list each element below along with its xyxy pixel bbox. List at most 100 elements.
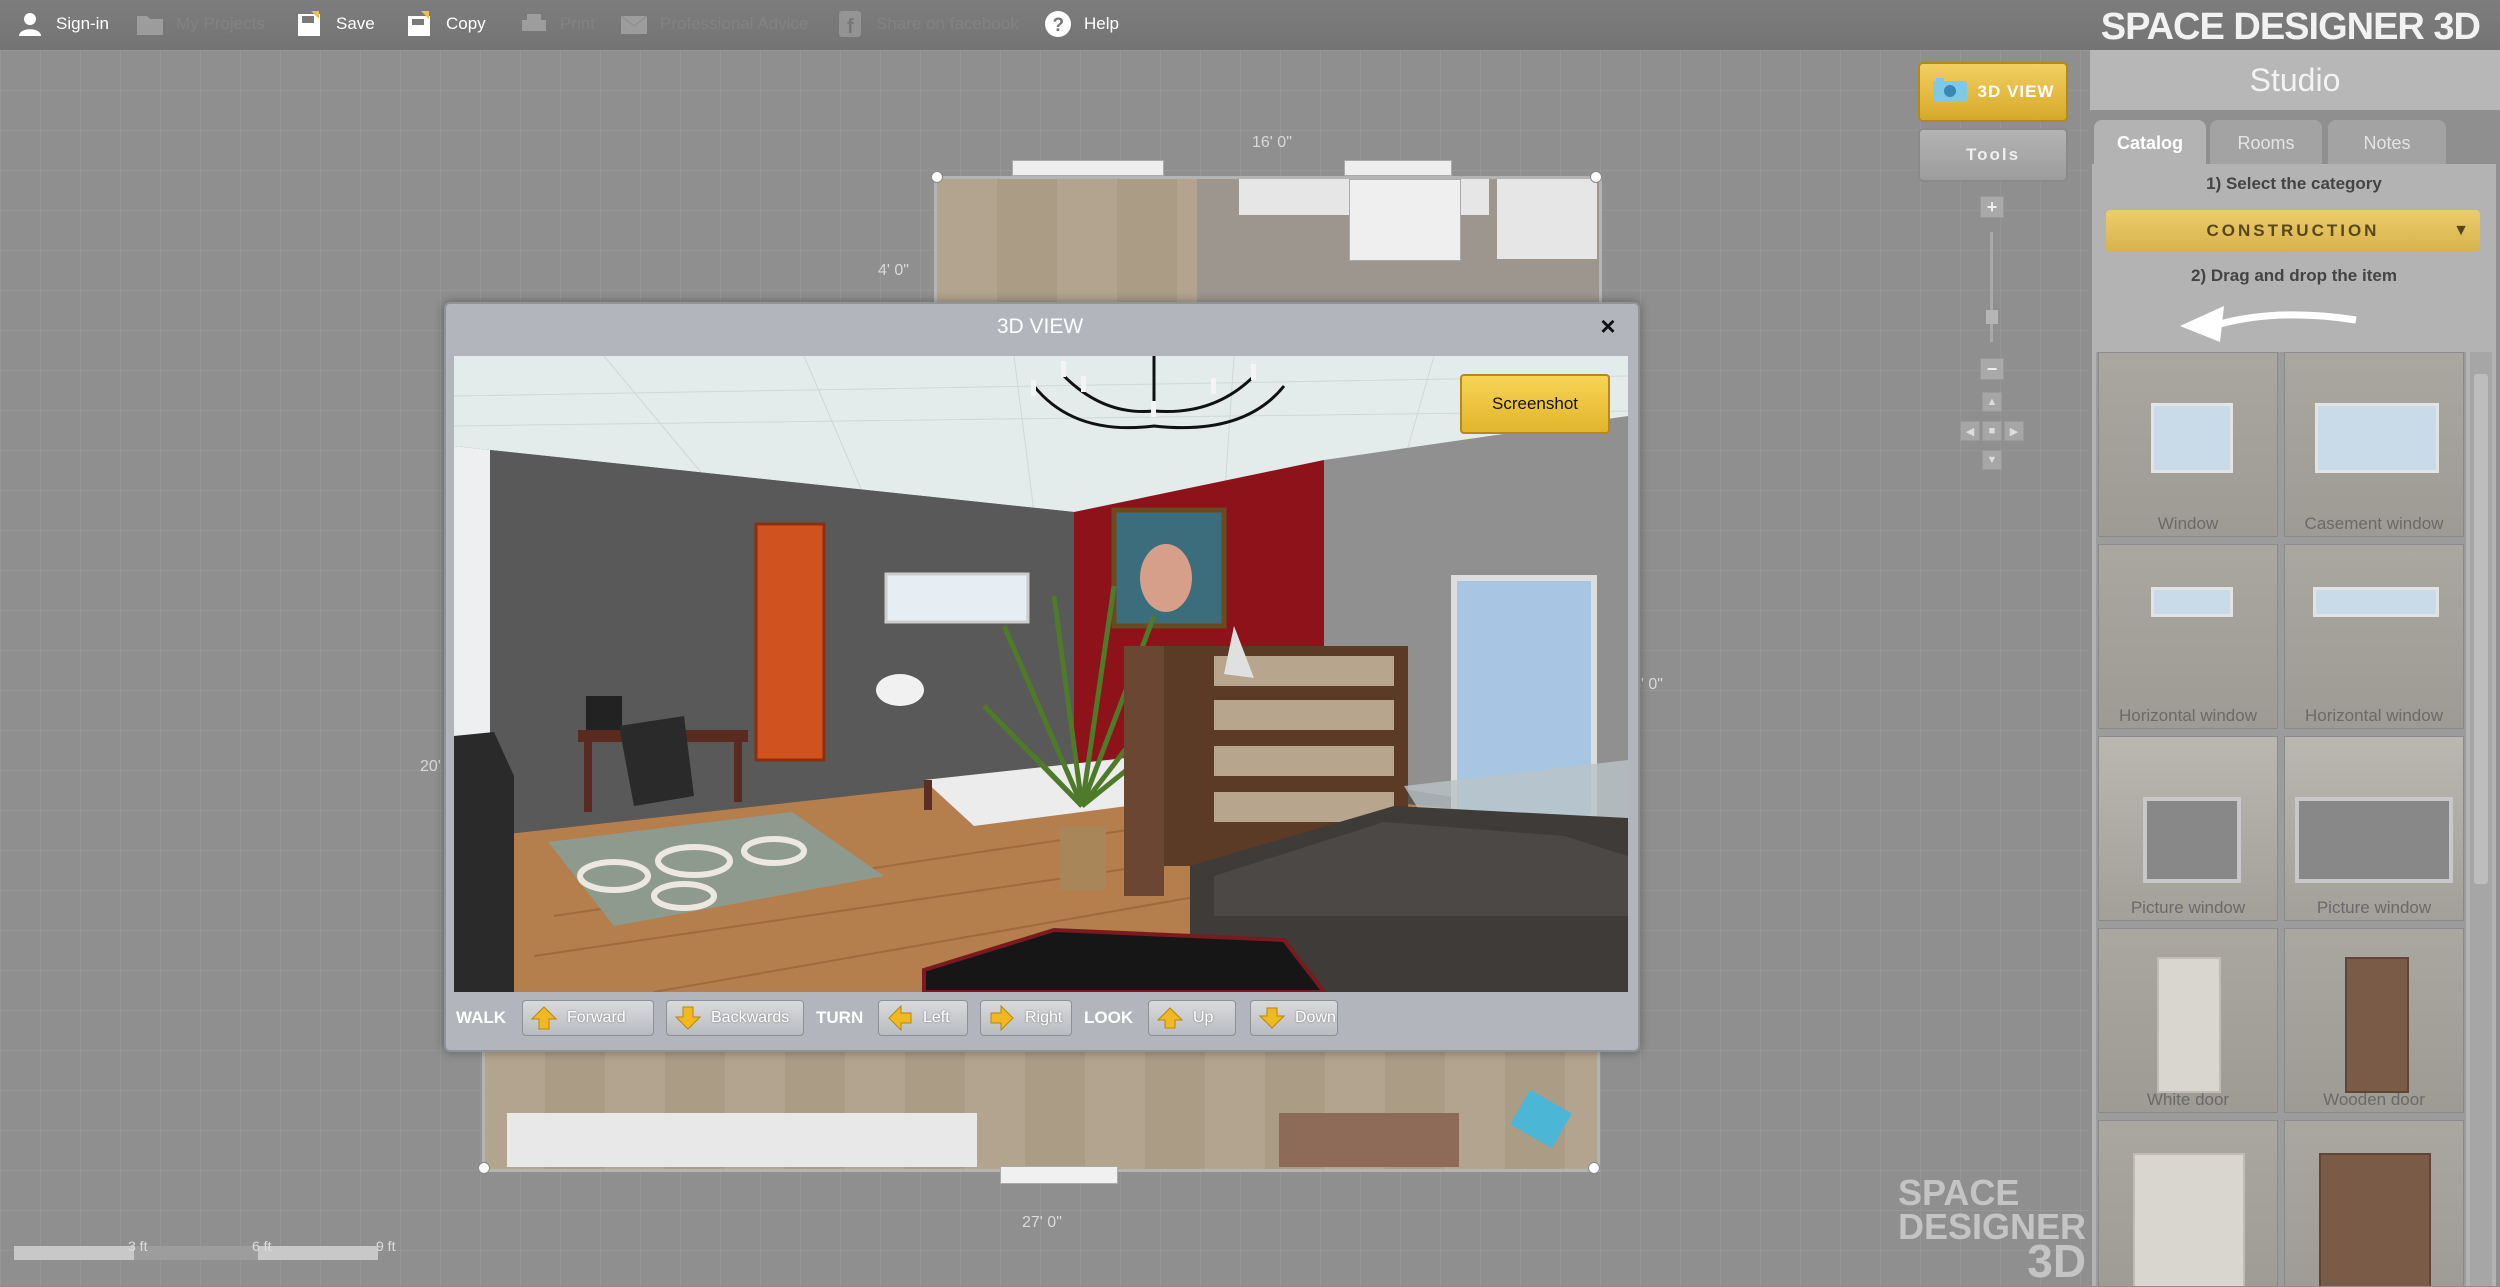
camera-icon (1932, 77, 1968, 107)
backwards-button[interactable]: Backwards (666, 1000, 804, 1036)
user-icon (16, 10, 44, 38)
catalog-item[interactable]: Picture window (2284, 736, 2464, 921)
casement-window-icon (2315, 403, 2439, 473)
mail-icon (620, 10, 648, 38)
square-icon: ■ (1988, 425, 1996, 437)
dimension-left: 20' (420, 758, 441, 775)
abstract-painting (754, 522, 826, 762)
horizontal-window-icon (2151, 587, 2233, 617)
catalog-item[interactable] (2098, 1120, 2278, 1286)
catalog-item[interactable] (2284, 1120, 2464, 1286)
dimension-top: 16' 0" (1252, 134, 1292, 151)
catalog-grid: Window Casement window Horizontal window… (2096, 352, 2466, 1286)
wall-corner-handle[interactable] (931, 171, 943, 183)
forward-button[interactable]: Forward (522, 1000, 654, 1036)
wall-corner-handle[interactable] (478, 1162, 490, 1174)
look-up-label: Up (1193, 1009, 1214, 1026)
help-button[interactable]: ? Help (1044, 0, 1119, 48)
svg-text:f: f (847, 16, 854, 37)
window-top-right[interactable] (1344, 160, 1452, 176)
tab-rooms[interactable]: Rooms (2210, 120, 2322, 166)
look-up-button[interactable]: Up (1148, 1000, 1236, 1036)
arrow-right-icon (989, 1005, 1015, 1031)
monitor (586, 696, 622, 730)
turn-right-button[interactable]: Right (980, 1000, 1072, 1036)
copy-label: Copy (446, 14, 486, 33)
chevron-down-icon[interactable]: ▼ (2442, 210, 2480, 252)
folder-icon (136, 10, 164, 38)
catalog-scrollbar-thumb[interactable] (2474, 374, 2488, 884)
wall-corner-handle[interactable] (1588, 1162, 1600, 1174)
zoom-slider-track[interactable] (1990, 232, 1993, 342)
pan-left-button[interactable]: ◀ (1960, 421, 1980, 441)
share-facebook-button[interactable]: f Share on facebook (836, 0, 1019, 48)
watermark-logo: SPACE DESIGNER 3D (1898, 1172, 2087, 1287)
pan-center-button[interactable]: ■ (1982, 421, 2002, 441)
room-top[interactable] (934, 176, 1602, 312)
dimension-left-small: 4' 0" (878, 262, 909, 279)
catalog-item[interactable]: Wooden door (2284, 928, 2464, 1113)
professional-advice-label: Professional Advice (660, 14, 809, 33)
3d-scene-render (454, 356, 1628, 992)
catalog-item[interactable]: Picture window (2098, 736, 2278, 921)
step-drag-drop: 2) Drag and drop the item (2191, 266, 2397, 285)
look-down-button[interactable]: Down (1250, 1000, 1338, 1036)
zoom-out-button[interactable]: − (1980, 358, 2004, 380)
3d-view-button[interactable]: 3D VIEW (1918, 62, 2068, 122)
window-icon (2151, 403, 2233, 473)
my-projects-button[interactable]: My Projects (136, 0, 265, 48)
tab-notes[interactable]: Notes (2328, 120, 2446, 166)
kitchen-sink[interactable] (1349, 179, 1461, 261)
professional-advice-button[interactable]: Professional Advice (620, 0, 808, 48)
catalog-item[interactable]: Casement window (2284, 352, 2464, 537)
catalog-item[interactable]: Horizontal window (2284, 544, 2464, 729)
screenshot-button[interactable]: Screenshot (1460, 374, 1610, 434)
3d-scene-viewport[interactable] (454, 356, 1628, 992)
arrow-down-icon: ▼ (1986, 454, 1998, 466)
save-button[interactable]: Save (296, 0, 375, 48)
dialog-title: 3D VIEW (996, 315, 1084, 338)
catalog-item[interactable]: White door (2098, 928, 2278, 1113)
floor-wood-top (937, 179, 1197, 309)
look-down-label: Down (1295, 1009, 1336, 1026)
white-door-icon (2157, 957, 2221, 1093)
print-button[interactable]: Print (520, 0, 595, 48)
picture-window-icon (2295, 797, 2453, 883)
table-plan[interactable] (1279, 1113, 1459, 1167)
help-label: Help (1084, 14, 1119, 33)
3d-view-label: 3D VIEW (1977, 82, 2055, 101)
zoom-in-button[interactable]: + (1980, 196, 2004, 218)
catalog-item[interactable]: Window (2098, 352, 2278, 537)
category-select[interactable]: CONSTRUCTION (2106, 210, 2480, 252)
turn-right-label: Right (1025, 1009, 1063, 1026)
turn-label: TURN (816, 1008, 864, 1027)
project-title[interactable]: Studio (2090, 50, 2500, 110)
pan-down-button[interactable]: ▼ (1982, 450, 2002, 470)
tab-catalog[interactable]: Catalog (2094, 120, 2206, 166)
tools-button[interactable]: Tools (1918, 128, 2068, 182)
window-top-left[interactable] (1012, 160, 1164, 176)
arrow-down-icon (675, 1005, 701, 1031)
horizontal-window-icon (2313, 587, 2439, 617)
sofa-plan[interactable] (507, 1113, 977, 1167)
kitchen-corner[interactable] (1497, 179, 1597, 259)
backwards-label: Backwards (711, 1009, 790, 1026)
picture-window-icon (2143, 797, 2241, 883)
pan-up-button[interactable]: ▲ (1982, 392, 2002, 412)
copy-button[interactable]: Copy (406, 0, 486, 48)
copy-icon (406, 10, 434, 38)
double-door-icon (2133, 1153, 2245, 1286)
catalog-item[interactable]: Horizontal window (2098, 544, 2278, 729)
wall-corner-handle[interactable] (1590, 171, 1602, 183)
save-label: Save (336, 14, 375, 33)
dimension-bottom: 27' 0" (1022, 1214, 1062, 1231)
pan-right-button[interactable]: ▶ (2004, 421, 2024, 441)
close-icon[interactable]: × (1594, 311, 1622, 341)
print-icon (520, 10, 548, 38)
door-plan[interactable] (1000, 1166, 1118, 1184)
sign-in-button[interactable]: Sign-in (16, 0, 109, 48)
zoom-slider-handle[interactable] (1986, 310, 1998, 324)
scale-label: 9 ft (376, 1238, 396, 1254)
arrow-left-icon (2180, 300, 2360, 349)
turn-left-button[interactable]: Left (878, 1000, 968, 1036)
